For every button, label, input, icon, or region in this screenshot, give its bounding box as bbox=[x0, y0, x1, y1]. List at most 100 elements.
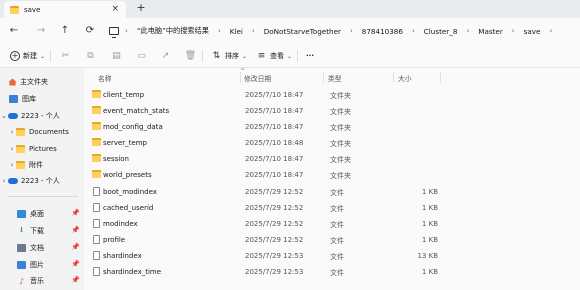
column-header-size[interactable]: 大小 bbox=[398, 73, 412, 83]
chevron-right-icon[interactable]: › bbox=[8, 128, 16, 136]
file-name: world_presets bbox=[103, 171, 152, 179]
address-bar: ← → ↑ ⟳ › “此电脑”中的搜索结果 › Klei › DoNotStar… bbox=[0, 18, 580, 44]
table-row[interactable]: client_temp 2025/7/10 18:47 文件夹 bbox=[84, 87, 580, 103]
table-row[interactable]: server_temp 2025/7/10 18:48 文件夹 bbox=[84, 135, 580, 151]
column-divider[interactable] bbox=[323, 72, 324, 83]
refresh-button[interactable]: ⟳ bbox=[84, 24, 96, 36]
file-icon bbox=[92, 251, 100, 260]
sort-button[interactable]: ⇅ 排序 ⌄ bbox=[211, 49, 247, 63]
sidebar-item-images[interactable]: 图片 📌 bbox=[0, 258, 84, 272]
breadcrumb[interactable]: › “此电脑”中的搜索结果 › Klei › DoNotStarveTogeth… bbox=[104, 22, 580, 40]
table-row[interactable]: shardindex 2025/7/29 12:53 文件 13 KB bbox=[84, 248, 580, 264]
tab-label: save bbox=[24, 5, 41, 14]
file-name: event_match_stats bbox=[103, 107, 170, 115]
file-date: 2025/7/29 12:53 bbox=[245, 268, 304, 276]
file-date: 2025/7/29 12:52 bbox=[245, 204, 304, 212]
chevron-right-icon[interactable]: › bbox=[8, 145, 16, 153]
more-options-button[interactable]: ··· bbox=[306, 49, 314, 63]
sidebar-item-onedrive-2[interactable]: › 2223 - 个人 bbox=[0, 174, 60, 188]
file-date: 2025/7/29 12:53 bbox=[245, 252, 304, 260]
file-icon bbox=[92, 267, 100, 276]
share-button[interactable]: ↗ bbox=[160, 49, 171, 63]
breadcrumb-item[interactable]: save bbox=[524, 27, 541, 36]
computer-icon bbox=[109, 27, 119, 38]
table-row[interactable]: session 2025/7/10 18:47 文件夹 bbox=[84, 151, 580, 167]
copy-button[interactable]: ⧉ bbox=[85, 49, 96, 63]
file-date: 2025/7/10 18:47 bbox=[245, 91, 304, 99]
cut-button[interactable]: ✂ bbox=[60, 49, 71, 63]
document-icon bbox=[17, 244, 26, 252]
close-tab-icon[interactable]: × bbox=[111, 4, 119, 14]
table-row[interactable]: modindex 2025/7/29 12:52 文件 1 KB bbox=[84, 216, 580, 232]
column-divider[interactable] bbox=[393, 72, 394, 83]
file-icon bbox=[92, 203, 100, 212]
sort-label: 排序 bbox=[225, 52, 239, 60]
new-tab-button[interactable]: + bbox=[135, 1, 147, 14]
rename-button[interactable]: ▭ bbox=[136, 49, 147, 63]
breadcrumb-separator: › bbox=[349, 27, 353, 35]
table-row[interactable]: profile 2025/7/29 12:52 文件 1 KB bbox=[84, 232, 580, 248]
sidebar-item-gallery[interactable]: 图库 bbox=[0, 92, 36, 106]
home-icon bbox=[8, 78, 17, 86]
sidebar-item-home[interactable]: 主文件夹 bbox=[0, 75, 48, 89]
table-row[interactable]: shardindex_time 2025/7/29 12:53 文件 1 KB bbox=[84, 264, 580, 280]
file-name: client_temp bbox=[103, 91, 145, 99]
breadcrumb-item[interactable]: Cluster_8 bbox=[424, 27, 458, 36]
view-button[interactable]: ≡ 查看 ⌄ bbox=[256, 49, 292, 63]
forward-button[interactable]: → bbox=[35, 24, 47, 36]
tab-save[interactable]: save × bbox=[4, 1, 126, 18]
up-button[interactable]: ↑ bbox=[59, 24, 71, 36]
table-row[interactable]: cached_userid 2025/7/29 12:52 文件 1 KB bbox=[84, 200, 580, 216]
file-date: 2025/7/10 18:47 bbox=[245, 107, 304, 115]
copy-icon: ⧉ bbox=[87, 51, 94, 61]
table-row[interactable]: world_presets 2025/7/10 18:47 文件夹 bbox=[84, 167, 580, 183]
chevron-right-icon[interactable]: › bbox=[0, 177, 8, 185]
breadcrumb-item[interactable]: “此电脑”中的搜索结果 bbox=[137, 26, 209, 36]
file-date: 2025/7/29 12:52 bbox=[245, 236, 304, 244]
file-name: modindex bbox=[103, 220, 138, 228]
breadcrumb-item[interactable]: Klei bbox=[230, 27, 243, 36]
table-row[interactable]: boot_modindex 2025/7/29 12:52 文件 1 KB bbox=[84, 184, 580, 200]
breadcrumb-item[interactable]: DoNotStarveTogether bbox=[264, 27, 341, 36]
chevron-down-icon: ⌄ bbox=[40, 52, 46, 60]
column-header-type[interactable]: 类型 bbox=[328, 73, 342, 83]
sidebar-item-desktop[interactable]: 桌面 📌 bbox=[0, 207, 84, 221]
folder-icon bbox=[16, 145, 25, 153]
file-name: cached_userid bbox=[103, 204, 154, 212]
picture-icon bbox=[17, 261, 26, 269]
file-type: 文件 bbox=[330, 221, 344, 229]
sidebar-item-label: 2223 - 个人 bbox=[21, 177, 60, 185]
file-date: 2025/7/10 18:47 bbox=[245, 155, 304, 163]
toolbar-divider bbox=[50, 50, 51, 62]
breadcrumb-item[interactable]: 878410386 bbox=[362, 27, 403, 36]
table-row[interactable]: event_match_stats 2025/7/10 18:47 文件夹 bbox=[84, 103, 580, 119]
breadcrumb-separator: › bbox=[549, 27, 553, 35]
breadcrumb-item[interactable]: Master bbox=[478, 27, 503, 36]
sidebar-item-onedrive[interactable]: ⌄ 2223 - 个人 bbox=[0, 109, 60, 123]
column-header-date[interactable]: 修改日期 bbox=[244, 73, 271, 83]
cut-icon: ✂ bbox=[61, 51, 70, 61]
chevron-right-icon[interactable]: › bbox=[8, 161, 16, 169]
column-header-name[interactable]: 名称 bbox=[98, 73, 112, 83]
delete-button[interactable]: 🗑 bbox=[185, 49, 196, 63]
file-type: 文件夹 bbox=[330, 156, 351, 164]
sidebar-item-label: Pictures bbox=[29, 145, 57, 153]
column-divider[interactable] bbox=[440, 72, 441, 83]
sidebar-item-downloads[interactable]: ⭳ 下载 📌 bbox=[0, 224, 84, 238]
toolbar-divider bbox=[202, 50, 203, 62]
new-button[interactable]: + 新建 ⌄ bbox=[10, 49, 45, 63]
sidebar-item-attachments[interactable]: › 附件 bbox=[8, 158, 43, 172]
paste-button[interactable]: ▤ bbox=[111, 49, 122, 63]
table-row[interactable]: mod_config_data 2025/7/10 18:47 文件夹 bbox=[84, 119, 580, 135]
cloud-icon bbox=[8, 178, 18, 184]
rename-icon: ▭ bbox=[137, 51, 146, 61]
sidebar-item-documents[interactable]: › Documents bbox=[8, 125, 69, 139]
sidebar-item-music[interactable]: ♪ 音乐 📌 bbox=[0, 274, 84, 288]
sidebar-item-pictures[interactable]: › Pictures bbox=[8, 142, 57, 156]
chevron-down-icon[interactable]: ⌄ bbox=[0, 112, 8, 120]
back-button[interactable]: ← bbox=[8, 24, 20, 36]
breadcrumb-separator: › bbox=[466, 27, 470, 35]
sidebar-item-docs[interactable]: 文档 📌 bbox=[0, 241, 84, 255]
breadcrumb-separator: › bbox=[411, 27, 415, 35]
column-divider[interactable] bbox=[240, 72, 241, 83]
